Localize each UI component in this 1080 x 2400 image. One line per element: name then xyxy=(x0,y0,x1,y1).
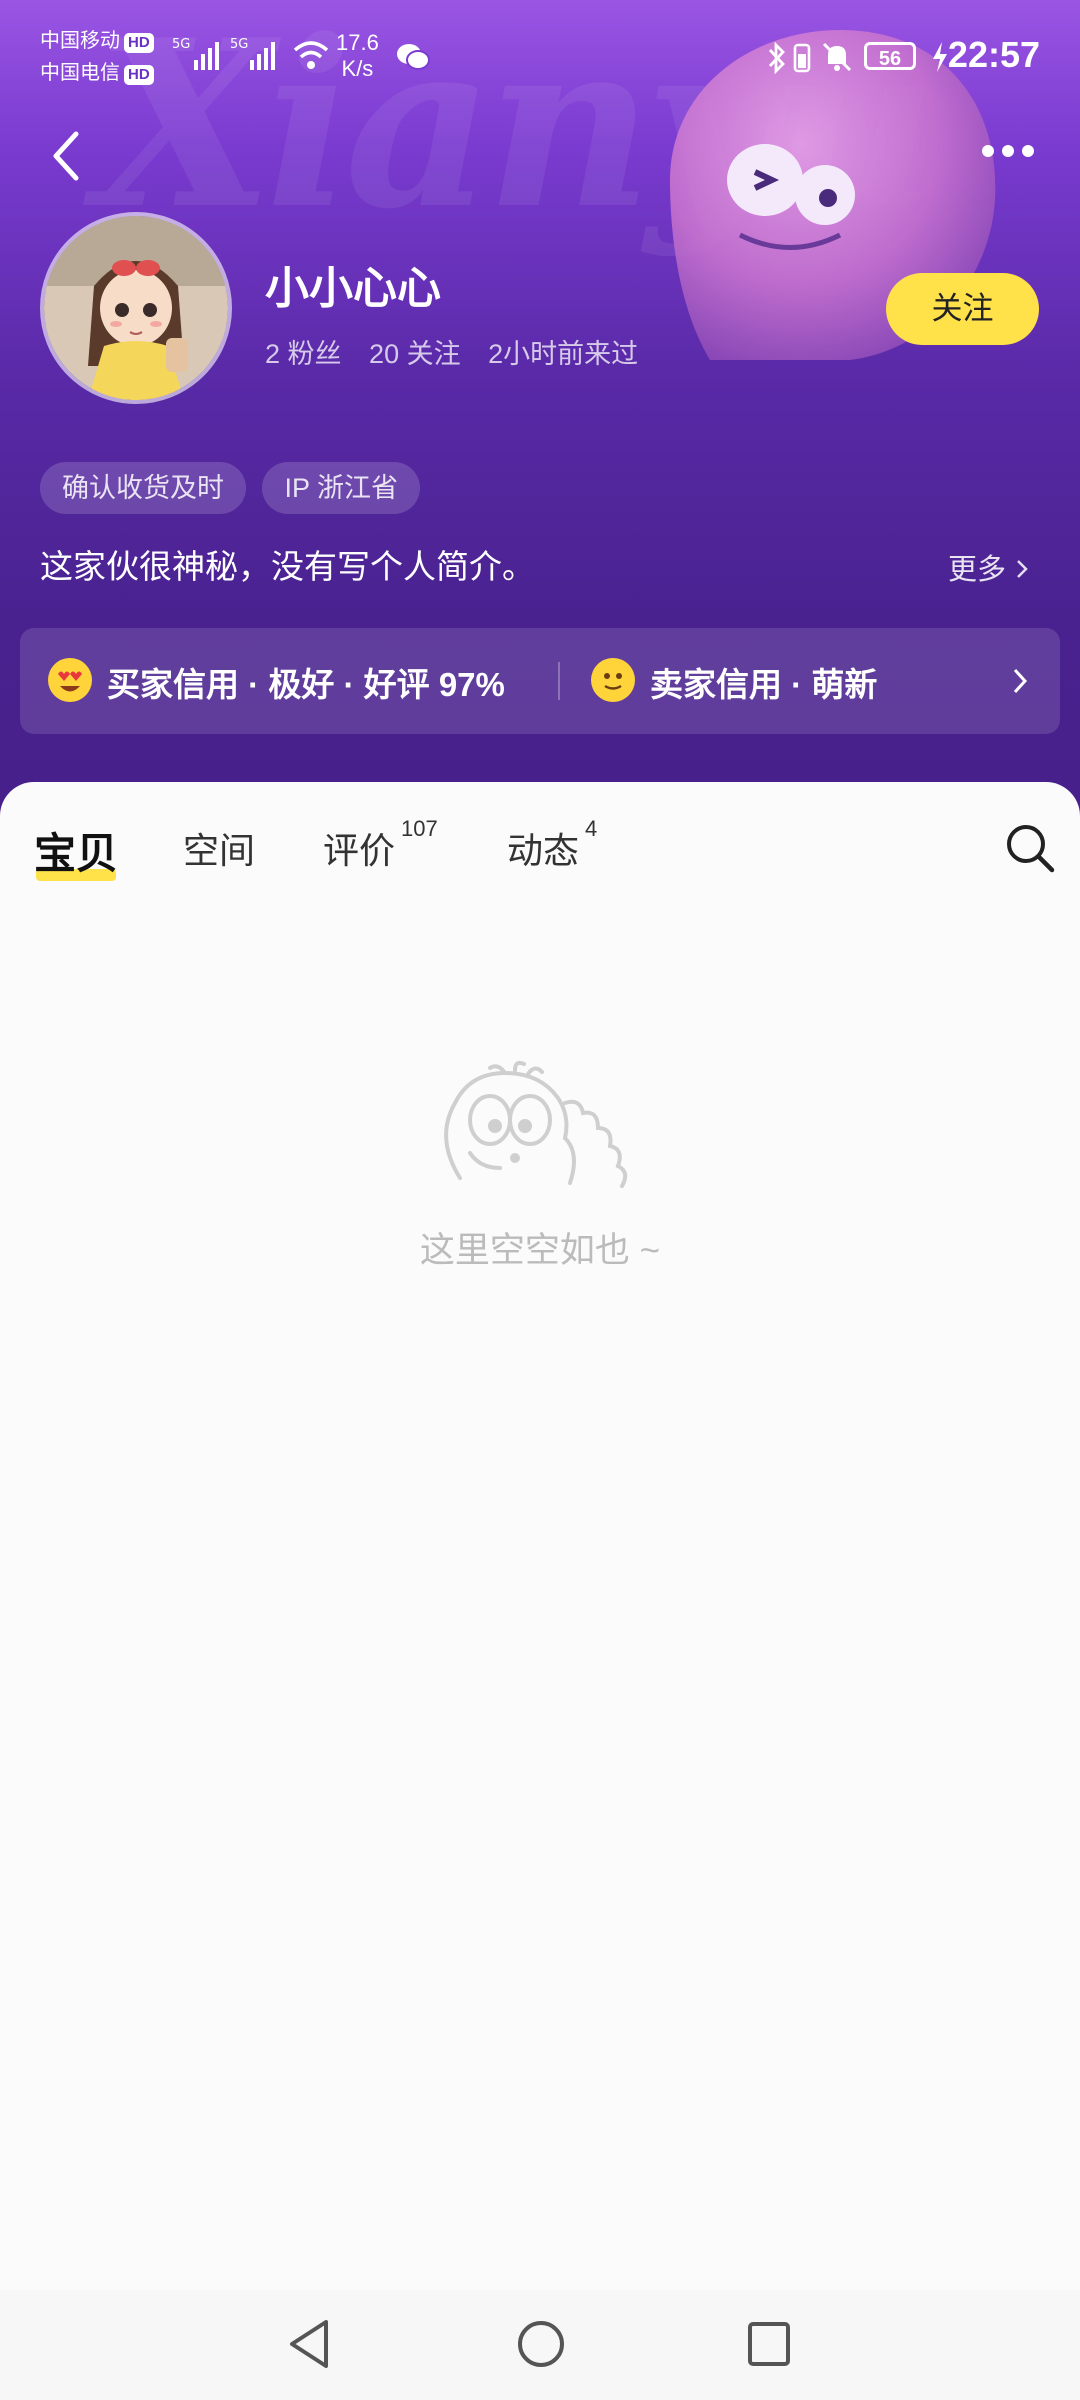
seller-credit: 卖家信用 · 萌新 xyxy=(650,666,878,703)
profile-stats: 2 粉丝 20 关注 2小时前来过 xyxy=(265,332,658,371)
carrier-2: 中国电信 xyxy=(40,62,120,84)
avatar-illustration xyxy=(44,216,228,400)
follow-button[interactable]: 关注 xyxy=(886,273,1039,345)
following-count[interactable]: 20 关注 xyxy=(369,339,461,369)
tag-list: 确认收货及时 IP 浙江省 xyxy=(40,462,432,514)
tab-reviews-count: 107 xyxy=(401,816,438,841)
mute-bell-icon xyxy=(822,42,852,72)
wifi-icon xyxy=(293,41,329,69)
content-panel: 宝贝 空间 评价107 动态4 xyxy=(0,782,1080,2400)
carrier-1: 中国移动 xyxy=(40,30,120,52)
last-seen: 2小时前来过 xyxy=(488,339,639,369)
empty-state-mascot-icon xyxy=(444,1060,628,1188)
net-1-label: 5G xyxy=(172,37,190,52)
credit-bar[interactable]: 买家信用 · 极好 · 好评 97% 卖家信用 · 萌新 xyxy=(20,628,1060,734)
empty-state-text: 这里空空如也 ~ xyxy=(419,1231,661,1270)
credit-divider xyxy=(558,662,560,700)
tab-items-label: 宝贝 xyxy=(34,830,119,877)
nav-recents-icon[interactable] xyxy=(744,2316,794,2372)
profile-header: Xianyu 中国移动 HD 中国电信 HD 5G 5G 17.6 K/s 56… xyxy=(0,0,1080,820)
buyer-credit: 买家信用 · 极好 · 好评 97% xyxy=(107,666,505,703)
chevron-right-icon xyxy=(1017,560,1028,578)
tab-activity-label: 动态 xyxy=(507,830,580,871)
status-bar: 中国移动 HD 中国电信 HD 5G 5G 17.6 K/s 56 22:57 xyxy=(0,0,1080,120)
tab-reviews[interactable]: 评价107 xyxy=(323,816,438,874)
back-arrow-icon[interactable] xyxy=(48,128,84,184)
clock: 22:57 xyxy=(947,34,1040,75)
system-nav-bar xyxy=(0,2290,1080,2400)
vibrate-battery-icon xyxy=(793,43,811,73)
tab-activity[interactable]: 动态4 xyxy=(507,816,597,874)
search-icon[interactable] xyxy=(1004,822,1056,874)
wechat-icon xyxy=(397,44,430,70)
more-options-icon[interactable] xyxy=(980,142,1036,160)
avatar[interactable] xyxy=(40,212,232,404)
smile-emoji-icon xyxy=(591,658,635,702)
nav-home-icon[interactable] xyxy=(515,2316,567,2372)
tag-fast-confirm: 确认收货及时 xyxy=(40,462,246,514)
nickname: 小小心心 xyxy=(265,264,441,313)
more-label: 更多 xyxy=(948,554,1007,586)
more-link[interactable]: 更多 xyxy=(948,546,1030,588)
tag-ip-location: IP 浙江省 xyxy=(262,462,420,514)
battery-indicator: 56 xyxy=(864,42,916,70)
tab-reviews-label: 评价 xyxy=(323,830,396,871)
net-2-label: 5G xyxy=(230,37,248,52)
tab-items[interactable]: 宝贝 xyxy=(34,820,118,881)
bio-text: 这家伙很神秘，没有写个人简介。 xyxy=(40,548,535,585)
tab-activity-count: 4 xyxy=(585,816,598,841)
nav-back-icon[interactable] xyxy=(284,2316,334,2372)
signal-icon: 5G 5G xyxy=(172,37,275,70)
heart-eyes-emoji-icon xyxy=(48,658,92,702)
tab-space[interactable]: 空间 xyxy=(183,822,255,874)
speed-value: 17.6 xyxy=(336,30,379,55)
tab-space-label: 空间 xyxy=(183,830,256,871)
chevron-right-icon xyxy=(1013,668,1028,694)
speed-unit: K/s xyxy=(341,56,374,81)
hd-badge: HD xyxy=(124,33,154,53)
bluetooth-icon xyxy=(768,42,785,74)
hd-badge: HD xyxy=(124,65,154,85)
fans-count[interactable]: 2 粉丝 xyxy=(265,339,342,369)
